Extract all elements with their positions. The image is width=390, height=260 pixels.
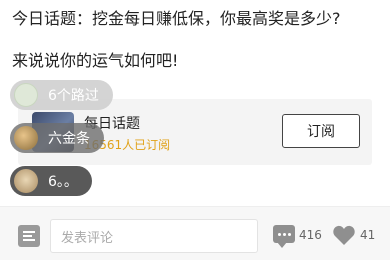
post-body: 来说说你的运气如何吧! [12,51,179,70]
post-page: 今日话题：挖金每日赚低保，你最高奖是多少? 来说说你的运气如何吧! 每日话题 1… [0,0,390,260]
danmaku-bubble: 6。。 [10,166,92,196]
danmaku-text: 6个路过 [48,88,99,104]
danmaku-text: 6。。 [48,174,78,190]
heart-icon[interactable] [332,224,356,246]
post-title: 今日话题：挖金每日赚低保，你最高奖是多少? [12,9,341,28]
avatar [14,126,38,150]
danmaku-text: 六金条 [48,131,90,147]
bottom-action-bar: 发表评论 416 41 [0,206,390,260]
subscribe-button[interactable]: 订阅 [282,114,360,148]
danmaku-bubble: 六金条 [10,123,104,153]
danmaku-bubble: 6个路过 [10,80,113,110]
comment-input[interactable]: 发表评论 [50,219,258,253]
avatar [14,83,38,107]
avatar [14,169,38,193]
comment-bubble-icon[interactable] [273,225,295,248]
like-count: 41 [360,228,376,242]
list-icon[interactable] [18,225,40,247]
comment-count: 416 [299,228,322,242]
